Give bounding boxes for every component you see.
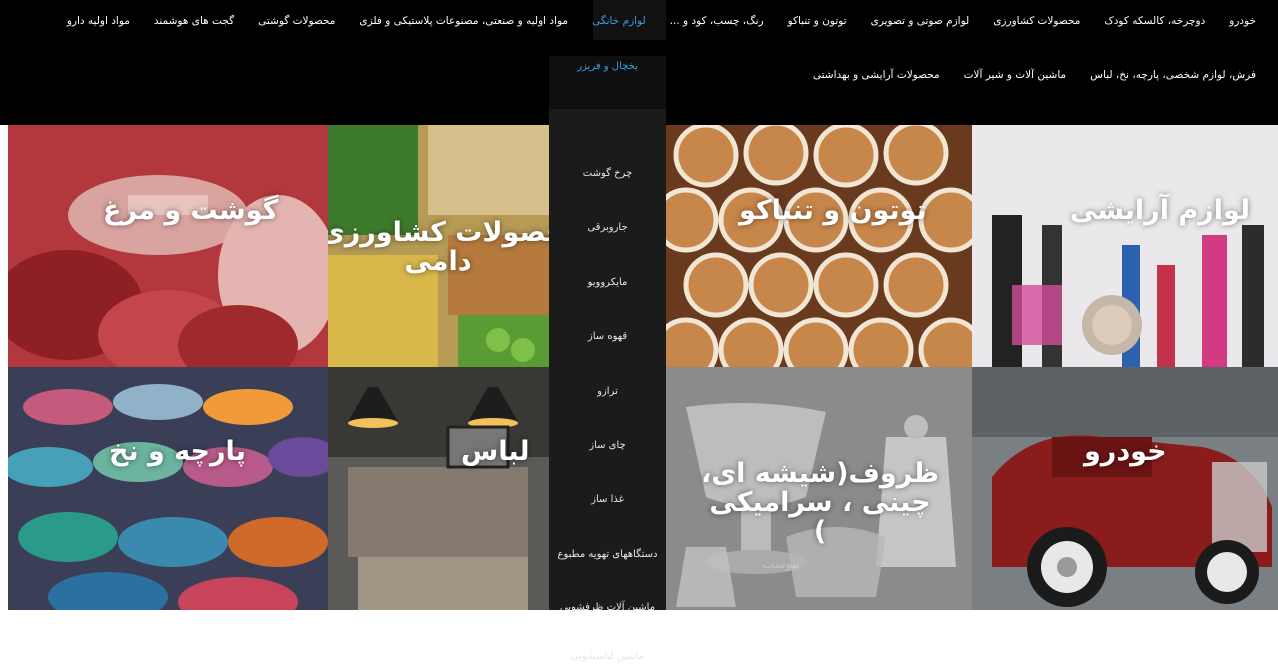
tile-car[interactable]: خودرو (972, 367, 1278, 610)
tile-label: توتون و تنباکو (739, 195, 927, 226)
dropdown-item-dishwashers[interactable]: ماشین آلات ظرفشویی (549, 587, 666, 627)
watermark-text: پیوست (762, 557, 800, 572)
tile-label: گوشت و مرغ (103, 195, 279, 226)
dropdown-item-vacuum-cleaner[interactable]: جاروبرقی (549, 217, 666, 237)
nav-item-machinery[interactable]: ماشین آلات و شیر آلات (952, 69, 1079, 81)
dropdown-item-washing-machine[interactable]: ماشین لباسشویی (549, 646, 666, 666)
cosmetics-image (972, 125, 1278, 367)
tile-label: ظروف(شیشه ای، چینی ، سرامیکی ) (701, 458, 939, 547)
nav-item-carpet-clothing[interactable]: فرش، لوازم شخصی، پارچه، نخ، لباس (1078, 69, 1268, 81)
tile-cosmetics[interactable]: لوازم آرایشی (972, 125, 1278, 367)
nav-item-smart-gadgets[interactable]: گجت های هوشمند (142, 15, 246, 27)
dropdown-item-air-conditioners[interactable]: دستگاههای تهویه مطبوع (549, 534, 666, 574)
nav-row-primary: خودرو دوچرخه، کالسکه کودک محصولات کشاورز… (0, 8, 1278, 34)
tile-label: لباس (461, 436, 530, 467)
tobacco-image (666, 125, 972, 367)
tile-tobacco[interactable]: توتون و تنباکو (666, 125, 972, 367)
nav-item-meat-products[interactable]: محصولات گوشتی (246, 15, 347, 27)
nav-item-paint-glue[interactable]: رنگ، چسب، کود و ... (658, 15, 776, 27)
nav-item-bicycle-stroller[interactable]: دوچرخه، کالسکه کودک (1092, 15, 1217, 27)
tile-dishes[interactable]: ظروف(شیشه ای، چینی ، سرامیکی ) پیوست (666, 367, 972, 610)
nav-item-cosmetics[interactable]: محصولات آرایشی و بهداشتی (801, 69, 952, 81)
dropdown-item-meat-grinder[interactable]: چرخ گوشت (549, 163, 666, 183)
tile-label: محصولات کشاورزی و دامی (328, 217, 549, 277)
tile-agriculture[interactable]: محصولات کشاورزی و دامی (328, 125, 549, 367)
clothing-store-image (328, 367, 549, 610)
nav-item-tobacco[interactable]: توتون و تنباکو (776, 15, 859, 27)
tile-label: خودرو (1084, 436, 1167, 467)
nav-item-industrial-materials[interactable]: مواد اولیه و صنعتی، مصنوعات پلاستیکی و ف… (347, 15, 580, 27)
tile-clothing[interactable]: لباس (328, 367, 549, 610)
dropdown-item-coffee-maker[interactable]: قهوه ساز (549, 326, 666, 346)
nav-item-pharma-materials[interactable]: مواد اولیه دارو (55, 15, 142, 27)
tile-label: لوازم آرایشی (1070, 195, 1251, 226)
nav-item-cars[interactable]: خودرو (1217, 15, 1268, 27)
dropdown-item-scale[interactable]: ترازو (549, 381, 666, 401)
dropdown-item-tea-maker[interactable]: چای ساز (549, 435, 666, 455)
meat-image (8, 125, 328, 367)
home-appliances-dropdown: یخچال و فریزر چرخ گوشت جاروبرقی مایکرووی… (549, 56, 666, 662)
tile-fabric[interactable]: پارچه و نخ (8, 367, 328, 610)
dropdown-item-microwave[interactable]: مایکروویو (549, 272, 666, 292)
nav-item-home-appliances[interactable]: لوازم خانگی (580, 15, 658, 27)
nav-item-audio-video[interactable]: لوازم صوتی و تصویری (859, 15, 982, 27)
tile-label: پارچه و نخ (109, 436, 246, 467)
dropdown-item-fridge-freezer[interactable]: یخچال و فریزر (549, 56, 666, 109)
dropdown-item-food-processor[interactable]: غذا ساز (549, 489, 666, 509)
tile-meat[interactable]: گوشت و مرغ (8, 125, 328, 367)
fabric-spools-image (8, 367, 328, 610)
nav-item-agriculture[interactable]: محصولات کشاورزی (981, 15, 1092, 27)
classic-car-image (972, 367, 1278, 610)
